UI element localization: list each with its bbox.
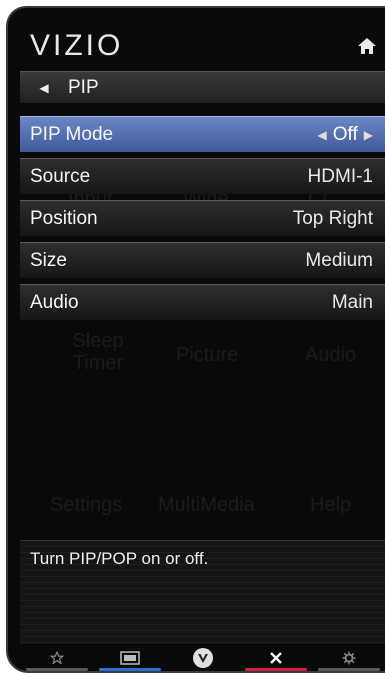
- chevron-left-icon[interactable]: ◀: [318, 128, 327, 142]
- ghost-label-multimedia: MultiMedia: [158, 494, 255, 516]
- menu-row-source[interactable]: Source HDMI-1: [20, 158, 385, 194]
- menu-row-value: Main: [331, 291, 373, 313]
- menu-row-audio[interactable]: Audio Main: [20, 284, 385, 320]
- menu-row-size[interactable]: Size Medium: [20, 242, 385, 278]
- menu-row-label: PIP Mode: [30, 123, 114, 145]
- menu-row-label: Position: [30, 207, 98, 229]
- vizio-v-icon: [192, 648, 213, 668]
- bottom-button-favorites[interactable]: [25, 647, 88, 671]
- close-icon: [269, 652, 282, 664]
- bottom-bar: [20, 646, 385, 671]
- home-icon[interactable]: [355, 34, 379, 58]
- bottom-button-settings[interactable]: [317, 647, 380, 671]
- ghost-label-settings: Settings: [50, 494, 123, 516]
- menu-row-position[interactable]: Position Top Right: [20, 200, 385, 236]
- menu-row-value: Medium: [305, 249, 373, 271]
- pip-menu-list: PIP Mode ◀ Off ▶ Source HDMI-1 Position …: [20, 116, 385, 326]
- menu-row-value[interactable]: ◀ Off ▶: [318, 124, 373, 146]
- bottom-button-close[interactable]: [244, 647, 307, 671]
- ghost-label-sleep-timer: Sleep Timer: [72, 330, 124, 374]
- menu-row-label: Audio: [30, 291, 79, 313]
- ghost-label-picture: Picture: [176, 344, 239, 366]
- description-text: Turn PIP/POP on or off.: [30, 549, 209, 568]
- menu-row-pip-mode[interactable]: PIP Mode ◀ Off ▶: [20, 116, 385, 152]
- description-panel: Turn PIP/POP on or off.: [20, 540, 385, 644]
- button-accent-line: [25, 668, 88, 671]
- ghost-label-help: Help: [310, 494, 352, 516]
- breadcrumb-label: PIP: [68, 76, 99, 98]
- breadcrumb[interactable]: ◀ PIP: [20, 71, 385, 103]
- button-accent-line: [244, 668, 307, 671]
- menu-row-label: Source: [30, 165, 91, 187]
- vizio-logo: VIZIO: [30, 29, 124, 62]
- tv-menu-panel: VIZIO ◀ PIP Input Wide CC Sleep Timer Pi…: [6, 6, 385, 673]
- ghost-label-audio: Audio: [305, 344, 357, 366]
- chevron-right-icon[interactable]: ▶: [364, 128, 373, 142]
- star-icon: [49, 651, 64, 665]
- bottom-button-vizio[interactable]: [172, 647, 234, 671]
- button-accent-line: [317, 668, 380, 671]
- back-arrow-icon[interactable]: ◀: [30, 81, 58, 95]
- button-accent-line: [98, 668, 161, 671]
- menu-row-value: Top Right: [292, 207, 373, 229]
- menu-row-value: HDMI-1: [307, 165, 373, 187]
- top-bar: VIZIO: [20, 24, 385, 68]
- gear-icon: [342, 651, 355, 665]
- screen-icon: [119, 651, 140, 665]
- bottom-button-screen[interactable]: [98, 647, 161, 671]
- menu-row-label: Size: [30, 249, 67, 271]
- menu-row-value-text: Off: [332, 123, 358, 145]
